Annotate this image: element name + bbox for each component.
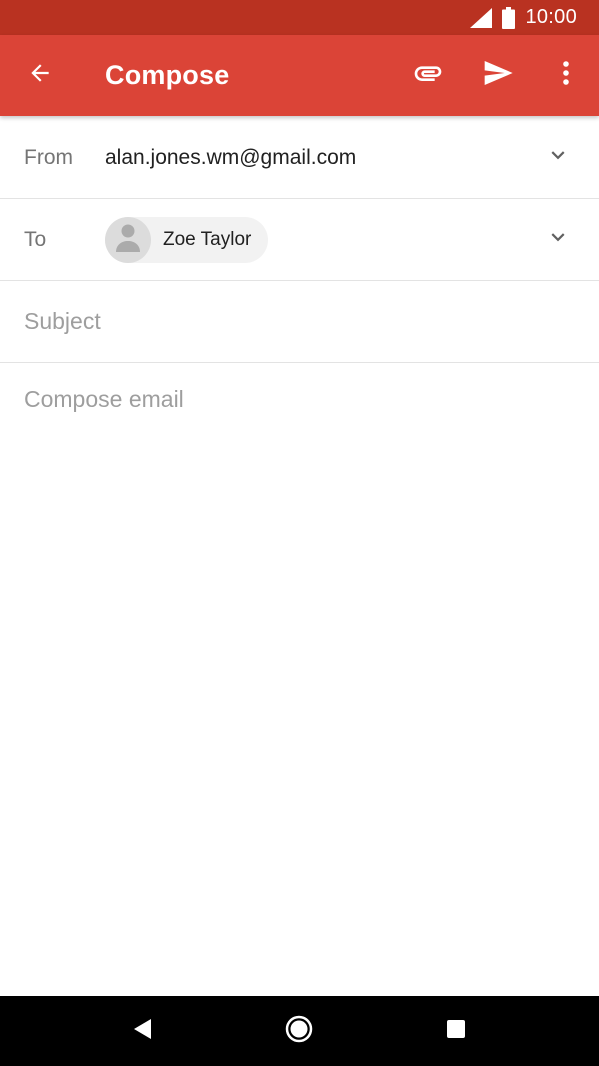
- system-nav-bar: [0, 996, 599, 1066]
- subject-input[interactable]: [0, 281, 599, 362]
- from-account[interactable]: alan.jones.wm@gmail.com: [105, 146, 517, 170]
- from-row: From alan.jones.wm@gmail.com: [0, 117, 599, 199]
- nav-back-button[interactable]: [108, 996, 178, 1066]
- paperclip-icon: [412, 57, 444, 94]
- battery-icon: [502, 6, 516, 29]
- send-icon: [482, 57, 514, 94]
- nav-recents-button[interactable]: [421, 996, 491, 1066]
- app-bar: Compose: [0, 35, 599, 116]
- to-expand-button[interactable]: [517, 199, 599, 281]
- avatar: [105, 216, 151, 263]
- back-button[interactable]: [0, 35, 80, 116]
- page-title: Compose: [105, 60, 230, 90]
- compose-body-input[interactable]: [0, 364, 599, 994]
- more-vert-icon: [562, 60, 570, 91]
- attach-button[interactable]: [393, 35, 463, 116]
- status-time: 10:00: [525, 6, 577, 28]
- subject-row: [0, 281, 599, 363]
- nav-home-icon: [285, 1015, 313, 1048]
- more-options-button[interactable]: [533, 35, 599, 116]
- person-icon: [115, 222, 141, 258]
- recipients-field[interactable]: Zoe Taylor: [105, 216, 517, 263]
- from-expand-button[interactable]: [517, 117, 599, 199]
- to-label: To: [24, 227, 47, 251]
- nav-recents-icon: [446, 1019, 466, 1044]
- signal-icon: [470, 7, 493, 28]
- nav-home-button[interactable]: [264, 996, 334, 1066]
- chevron-down-icon: [545, 142, 571, 173]
- nav-back-icon: [133, 1018, 153, 1045]
- to-row: To Zoe Taylor: [0, 199, 599, 281]
- recipient-name: Zoe Taylor: [163, 228, 252, 250]
- chevron-down-icon: [545, 224, 571, 255]
- status-bar: 10:00: [0, 0, 599, 35]
- recipient-chip[interactable]: Zoe Taylor: [105, 216, 269, 263]
- back-arrow-icon: [27, 60, 53, 91]
- send-button[interactable]: [463, 35, 533, 116]
- from-label: From: [24, 145, 73, 169]
